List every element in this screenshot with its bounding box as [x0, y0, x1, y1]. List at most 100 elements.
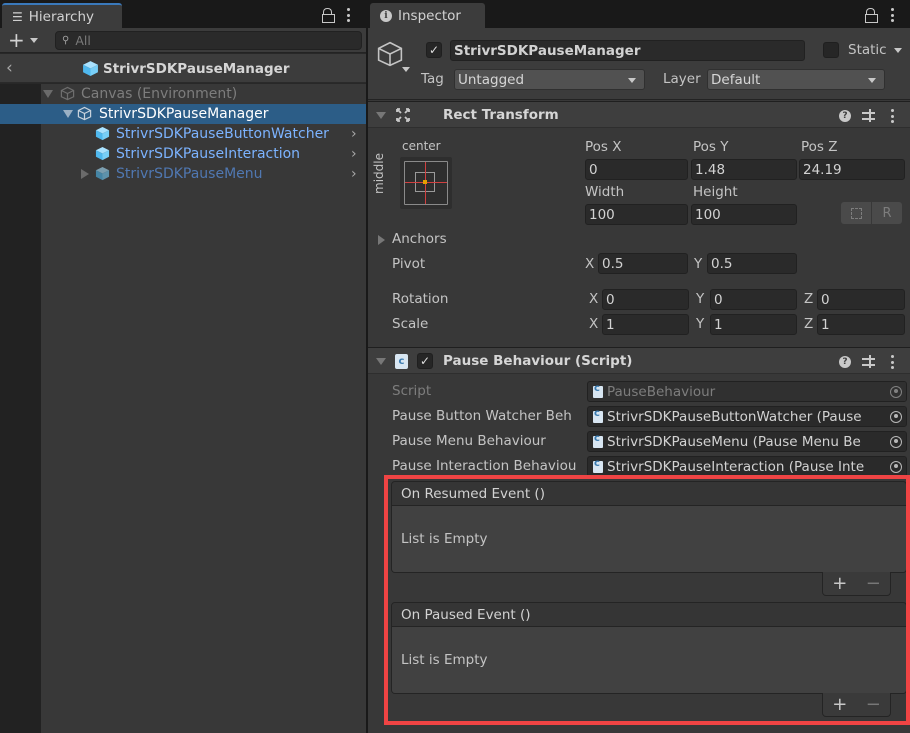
lock-icon[interactable] — [322, 8, 335, 23]
scale-x-axis-label: X — [589, 316, 599, 332]
info-icon: i — [380, 9, 392, 22]
target-icon — [890, 460, 902, 473]
pause-menu-behaviour-label: Pause Menu Behaviour — [392, 433, 546, 449]
expand-arrow-icon[interactable] — [43, 90, 53, 98]
hierarchy-item-button-watcher[interactable]: StrivrSDKPauseButtonWatcher › — [0, 124, 366, 144]
presets-icon[interactable] — [862, 109, 875, 122]
active-checkbox[interactable]: ✓ — [426, 42, 442, 58]
pause-behaviour-header[interactable]: c ✓ Pause Behaviour (Script) ? — [368, 347, 910, 374]
target-icon — [890, 385, 902, 398]
inspector-tab[interactable]: i Inspector — [370, 3, 485, 28]
pos-y-input[interactable]: 1.48 — [691, 159, 797, 180]
hierarchy-item-pause-menu[interactable]: StrivrSDKPauseMenu › — [0, 164, 366, 184]
pos-y-label: Pos Y — [693, 139, 729, 155]
scale-label: Scale — [392, 316, 429, 332]
anchor-preset-frame — [404, 161, 448, 205]
width-label: Width — [585, 184, 625, 200]
more-options-icon[interactable] — [890, 8, 894, 22]
layer-dropdown[interactable]: Default — [707, 69, 885, 90]
component-menu-icon[interactable] — [890, 109, 894, 123]
raw-edit-button[interactable]: R — [872, 202, 902, 224]
open-prefab-chevron-icon[interactable]: › — [351, 166, 357, 182]
component-menu-icon[interactable] — [890, 355, 894, 369]
script-field: PauseBehaviour — [587, 381, 907, 402]
open-prefab-chevron-icon[interactable]: › — [351, 146, 357, 162]
object-picker-button[interactable] — [886, 432, 906, 451]
anchor-presets-button[interactable] — [400, 157, 452, 209]
expand-arrow-icon[interactable] — [63, 110, 73, 118]
csharp-script-icon — [593, 458, 603, 473]
rotation-z-input[interactable]: 0 — [817, 289, 905, 310]
hierarchy-item-label: Canvas (Environment) — [81, 86, 238, 102]
foldout-arrow-icon[interactable] — [376, 112, 386, 119]
gameobject-icon[interactable] — [376, 40, 404, 68]
open-prefab-chevron-icon[interactable]: › — [351, 126, 357, 142]
foldout-arrow-icon[interactable] — [376, 358, 386, 365]
scale-z-axis-label: Z — [804, 316, 814, 332]
pos-x-input[interactable]: 0 — [585, 159, 688, 180]
pivot-dot — [423, 180, 427, 184]
icon-dropdown-icon[interactable] — [402, 67, 410, 72]
tag-dropdown[interactable]: Untagged — [454, 69, 645, 90]
create-button[interactable]: + — [8, 30, 42, 50]
lock-icon[interactable] — [865, 8, 878, 23]
component-title: Pause Behaviour (Script) — [443, 353, 633, 369]
target-icon — [890, 410, 902, 423]
rotation-label: Rotation — [392, 291, 449, 307]
chevron-down-icon — [30, 38, 38, 43]
pivot-y-input[interactable]: 0.5 — [707, 253, 797, 274]
scale-y-axis-label: Y — [696, 316, 705, 332]
collapse-arrow-icon[interactable] — [81, 169, 89, 179]
object-picker-button[interactable] — [886, 457, 906, 476]
target-icon — [890, 435, 902, 448]
help-icon[interactable]: ? — [839, 110, 851, 122]
pause-menu-behaviour-field[interactable]: StrivrSDKPauseMenu (Pause Menu Be — [587, 431, 907, 452]
prefab-cube-icon — [95, 126, 110, 141]
hierarchy-tab-label: Hierarchy — [28, 8, 95, 25]
back-chevron-icon[interactable]: ‹ — [6, 58, 13, 78]
inspector-tab-bar: i Inspector — [368, 0, 910, 28]
pause-interaction-behaviour-field[interactable]: StrivrSDKPauseInteraction (Pause Inte — [587, 456, 907, 477]
prefab-cube-icon — [83, 61, 98, 76]
width-input[interactable]: 100 — [585, 204, 688, 225]
rect-transform-header[interactable]: Rect Transform ? — [368, 101, 910, 128]
hierarchy-item-pause-manager[interactable]: StrivrSDKPauseManager — [0, 104, 366, 124]
pos-z-label: Pos Z — [801, 139, 838, 155]
blueprint-icon — [850, 207, 862, 219]
prefab-cube-icon — [95, 166, 110, 181]
presets-icon[interactable] — [862, 355, 875, 368]
height-label: Height — [693, 184, 738, 200]
annotation-highlight-box — [384, 475, 910, 725]
csharp-script-icon — [593, 408, 603, 423]
inspector-tab-label: Inspector — [398, 7, 461, 24]
rotation-x-input[interactable]: 0 — [602, 289, 689, 310]
height-input[interactable]: 100 — [691, 204, 797, 225]
chevron-down-icon — [868, 78, 876, 83]
hierarchy-tab[interactable]: ☰ Hierarchy — [2, 3, 122, 28]
hierarchy-item-label: StrivrSDKPauseManager — [99, 106, 269, 122]
anchor-horizontal-label: center — [402, 139, 441, 153]
component-enabled-checkbox[interactable]: ✓ — [417, 353, 433, 369]
hierarchy-list-icon: ☰ — [12, 9, 23, 24]
static-label: Static — [848, 42, 887, 58]
pivot-x-input[interactable]: 0.5 — [598, 253, 688, 274]
static-dropdown-icon[interactable] — [894, 48, 902, 53]
object-name-input[interactable]: StrivrSDKPauseManager — [450, 40, 805, 61]
search-input[interactable]: ⚲ All — [55, 31, 362, 50]
hierarchy-item-interaction[interactable]: StrivrSDKPauseInteraction › — [0, 144, 366, 164]
help-icon[interactable]: ? — [839, 356, 851, 368]
pause-button-watcher-field[interactable]: StrivrSDKPauseButtonWatcher (Pause — [587, 406, 907, 427]
blueprint-mode-button[interactable] — [841, 202, 871, 224]
object-picker-button[interactable] — [886, 407, 906, 426]
rotation-y-input[interactable]: 0 — [710, 289, 797, 310]
anchors-foldout-icon[interactable] — [378, 235, 385, 245]
hierarchy-item-canvas[interactable]: Canvas (Environment) — [0, 84, 366, 104]
static-checkbox[interactable] — [823, 42, 839, 58]
hierarchy-item-label: StrivrSDKPauseInteraction — [116, 146, 301, 162]
scale-x-input[interactable]: 1 — [602, 314, 689, 335]
more-options-icon[interactable] — [346, 8, 350, 22]
anchors-label[interactable]: Anchors — [392, 231, 447, 247]
pos-z-input[interactable]: 24.19 — [799, 159, 905, 180]
scale-z-input[interactable]: 1 — [817, 314, 905, 335]
scale-y-input[interactable]: 1 — [710, 314, 797, 335]
